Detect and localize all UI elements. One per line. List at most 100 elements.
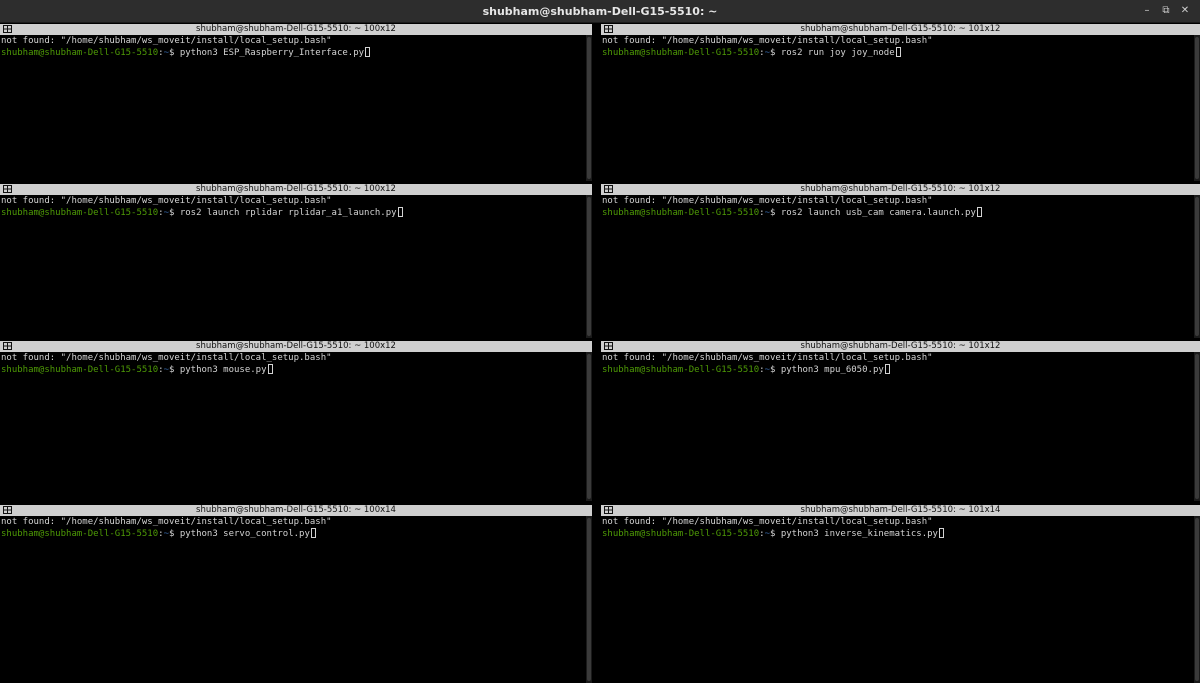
terminal-pane[interactable]: shubham@shubham-Dell-G15-5510: ~ 101x12 …	[601, 24, 1200, 181]
scrollbar-thumb[interactable]	[1195, 354, 1199, 499]
scrollbar[interactable]	[586, 516, 592, 683]
output-line: not found: "/home/shubham/ws_moveit/inst…	[1, 196, 332, 206]
scrollbar[interactable]	[586, 35, 592, 181]
pane-header[interactable]: shubham@shubham-Dell-G15-5510: ~ 101x14	[601, 505, 1200, 516]
window-title: shubham@shubham-Dell-G15-5510: ~	[482, 5, 718, 18]
output-line: not found: "/home/shubham/ws_moveit/inst…	[602, 36, 933, 46]
prompt-user-host: shubham@shubham-Dell-G15-5510	[1, 48, 159, 58]
maximize-icon[interactable]: ⧉	[1159, 4, 1173, 18]
pane-header[interactable]: shubham@shubham-Dell-G15-5510: ~ 100x12	[0, 184, 592, 195]
scrollbar-thumb[interactable]	[587, 354, 591, 499]
text-cursor	[310, 528, 316, 538]
command-text: python3 ESP_Raspberry_Interface.py	[179, 48, 365, 58]
prompt-user-host: shubham@shubham-Dell-G15-5510	[602, 365, 760, 375]
pane-header[interactable]: shubham@shubham-Dell-G15-5510: ~ 100x12	[0, 24, 592, 35]
pane-title: shubham@shubham-Dell-G15-5510: ~ 101x12	[800, 184, 1001, 194]
pane-title: shubham@shubham-Dell-G15-5510: ~ 100x12	[196, 341, 396, 351]
prompt-symbol: $	[769, 208, 781, 218]
command-text: ros2 launch rplidar rplidar_a1_launch.py	[179, 208, 397, 218]
prompt-line: shubham@shubham-Dell-G15-5510:~$ ros2 ru…	[602, 47, 1193, 59]
text-cursor	[397, 207, 403, 217]
scrollbar[interactable]	[1194, 516, 1200, 683]
scrollbar[interactable]	[586, 352, 592, 501]
output-line: not found: "/home/shubham/ws_moveit/inst…	[1, 517, 332, 527]
output-line: not found: "/home/shubham/ws_moveit/inst…	[1, 353, 332, 363]
terminal-output[interactable]: not found: "/home/shubham/ws_moveit/inst…	[601, 516, 1193, 683]
command-text: ros2 run joy joy_node	[780, 48, 895, 58]
terminal-output[interactable]: not found: "/home/shubham/ws_moveit/inst…	[0, 352, 585, 501]
terminal-output[interactable]: not found: "/home/shubham/ws_moveit/inst…	[601, 352, 1193, 501]
scrollbar-thumb[interactable]	[1195, 37, 1199, 179]
prompt-symbol: $	[769, 529, 781, 539]
prompt-symbol: $	[168, 208, 180, 218]
pane-title: shubham@shubham-Dell-G15-5510: ~ 100x12	[196, 24, 396, 34]
prompt-line: shubham@shubham-Dell-G15-5510:~$ python3…	[602, 364, 1193, 376]
text-cursor	[267, 364, 273, 374]
prompt-user-host: shubham@shubham-Dell-G15-5510	[602, 48, 760, 58]
text-cursor	[976, 207, 982, 217]
terminal-pane[interactable]: shubham@shubham-Dell-G15-5510: ~ 101x14 …	[601, 505, 1200, 683]
command-text: python3 mouse.py	[179, 365, 267, 375]
prompt-user-host: shubham@shubham-Dell-G15-5510	[602, 529, 760, 539]
scrollbar[interactable]	[1194, 35, 1200, 181]
prompt-user-host: shubham@shubham-Dell-G15-5510	[1, 208, 159, 218]
terminal-pane[interactable]: shubham@shubham-Dell-G15-5510: ~ 100x12 …	[0, 184, 592, 338]
output-line: not found: "/home/shubham/ws_moveit/inst…	[602, 517, 933, 527]
pane-title: shubham@shubham-Dell-G15-5510: ~ 100x14	[196, 505, 396, 515]
prompt-line: shubham@shubham-Dell-G15-5510:~$ ros2 la…	[1, 207, 585, 219]
terminal-pane[interactable]: shubham@shubham-Dell-G15-5510: ~ 101x12 …	[601, 184, 1200, 338]
terminal-output[interactable]: not found: "/home/shubham/ws_moveit/inst…	[0, 195, 585, 338]
scrollbar[interactable]	[1194, 352, 1200, 501]
scrollbar-thumb[interactable]	[1195, 518, 1199, 681]
prompt-line: shubham@shubham-Dell-G15-5510:~$ python3…	[1, 47, 585, 59]
terminal-pane[interactable]: shubham@shubham-Dell-G15-5510: ~ 101x12 …	[601, 341, 1200, 501]
terminal-pane[interactable]: shubham@shubham-Dell-G15-5510: ~ 100x12 …	[0, 24, 592, 181]
prompt-symbol: $	[168, 365, 180, 375]
terminal-output[interactable]: not found: "/home/shubham/ws_moveit/inst…	[601, 35, 1193, 181]
pane-title: shubham@shubham-Dell-G15-5510: ~ 101x14	[800, 505, 1001, 515]
pane-header[interactable]: shubham@shubham-Dell-G15-5510: ~ 100x14	[0, 505, 592, 516]
pane-title: shubham@shubham-Dell-G15-5510: ~ 100x12	[196, 184, 396, 194]
close-icon[interactable]: ✕	[1178, 4, 1192, 18]
prompt-line: shubham@shubham-Dell-G15-5510:~$ python3…	[1, 528, 585, 540]
scrollbar-thumb[interactable]	[1195, 197, 1199, 336]
terminal-pane[interactable]: shubham@shubham-Dell-G15-5510: ~ 100x14 …	[0, 505, 592, 683]
command-text: python3 mpu_6050.py	[780, 365, 884, 375]
scrollbar-thumb[interactable]	[587, 197, 591, 336]
terminal-output[interactable]: not found: "/home/shubham/ws_moveit/inst…	[0, 516, 585, 683]
pane-header[interactable]: shubham@shubham-Dell-G15-5510: ~ 101x12	[601, 341, 1200, 352]
terminal-output[interactable]: not found: "/home/shubham/ws_moveit/inst…	[0, 35, 585, 181]
command-text: python3 inverse_kinematics.py	[780, 529, 938, 539]
text-cursor	[938, 528, 944, 538]
prompt-line: shubham@shubham-Dell-G15-5510:~$ python3…	[1, 364, 585, 376]
output-line: not found: "/home/shubham/ws_moveit/inst…	[602, 353, 933, 363]
prompt-user-host: shubham@shubham-Dell-G15-5510	[1, 365, 159, 375]
prompt-user-host: shubham@shubham-Dell-G15-5510	[1, 529, 159, 539]
output-line: not found: "/home/shubham/ws_moveit/inst…	[1, 36, 332, 46]
prompt-user-host: shubham@shubham-Dell-G15-5510	[602, 208, 760, 218]
terminal-pane[interactable]: shubham@shubham-Dell-G15-5510: ~ 100x12 …	[0, 341, 592, 501]
scrollbar-thumb[interactable]	[587, 37, 591, 179]
terminal-output[interactable]: not found: "/home/shubham/ws_moveit/inst…	[601, 195, 1193, 338]
command-text: python3 servo_control.py	[179, 529, 310, 539]
pane-title: shubham@shubham-Dell-G15-5510: ~ 101x12	[800, 341, 1001, 351]
minimize-icon[interactable]: –	[1140, 4, 1154, 18]
command-text: ros2 launch usb_cam camera.launch.py	[780, 208, 976, 218]
scrollbar-thumb[interactable]	[587, 518, 591, 681]
prompt-symbol: $	[168, 48, 180, 58]
text-cursor	[365, 47, 371, 57]
scrollbar[interactable]	[586, 195, 592, 338]
prompt-line: shubham@shubham-Dell-G15-5510:~$ ros2 la…	[602, 207, 1193, 219]
text-cursor	[884, 364, 890, 374]
pane-title: shubham@shubham-Dell-G15-5510: ~ 101x12	[800, 24, 1001, 34]
output-line: not found: "/home/shubham/ws_moveit/inst…	[602, 196, 933, 206]
scrollbar[interactable]	[1194, 195, 1200, 338]
prompt-line: shubham@shubham-Dell-G15-5510:~$ python3…	[602, 528, 1193, 540]
pane-header[interactable]: shubham@shubham-Dell-G15-5510: ~ 101x12	[601, 24, 1200, 35]
text-cursor	[895, 47, 901, 57]
prompt-symbol: $	[769, 48, 781, 58]
prompt-symbol: $	[769, 365, 781, 375]
pane-header[interactable]: shubham@shubham-Dell-G15-5510: ~ 101x12	[601, 184, 1200, 195]
window-titlebar[interactable]: shubham@shubham-Dell-G15-5510: ~ – ⧉ ✕	[0, 0, 1200, 23]
pane-header[interactable]: shubham@shubham-Dell-G15-5510: ~ 100x12	[0, 341, 592, 352]
